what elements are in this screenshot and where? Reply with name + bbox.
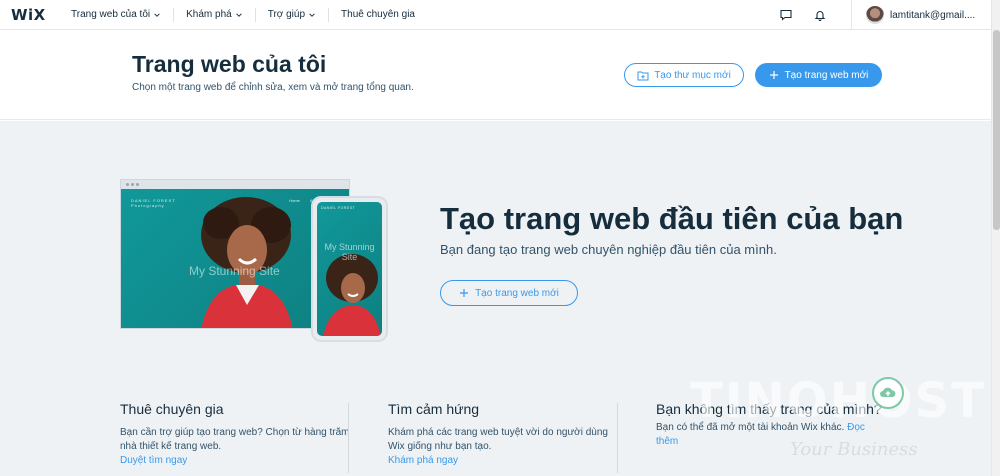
mobile-site-preview: DANIEL FOREST My Stunning Site <box>311 196 388 342</box>
create-site-label: Tạo trang web mới <box>784 69 869 81</box>
nav-my-sites[interactable]: Trang web của tôi <box>61 8 171 22</box>
bell-icon[interactable] <box>813 8 827 22</box>
hero-subtitle: Bạn đang tạo trang web chuyên nghiệp đầu… <box>440 242 777 257</box>
folder-plus-icon <box>637 71 649 80</box>
page-subtitle: Chọn một trang web để chỉnh sửa, xem và … <box>132 82 414 93</box>
nav-hire-expert-label: Thuê chuyên gia <box>341 9 415 20</box>
section-title: Thuê chuyên gia <box>120 401 224 417</box>
page-header: Trang web của tôi Chọn một trang web để … <box>0 31 991 120</box>
account-email[interactable]: lamtitank@gmail.... <box>890 10 986 21</box>
browse-now-link[interactable]: Duyệt tìm ngay <box>120 455 187 466</box>
hire-expert-section: Thuê chuyên gia Bạn cần trợ giúp tạo tra… <box>120 401 350 468</box>
chevron-down-icon <box>154 12 160 17</box>
nav-my-sites-label: Trang web của tôi <box>71 9 151 20</box>
plus-icon <box>769 71 778 79</box>
column-divider <box>617 403 618 473</box>
top-navigation-bar: WiX Trang web của tôi Khám phá Trợ giúp … <box>0 0 1000 30</box>
watermark-brand: TINOHOST <box>690 373 986 429</box>
nav-explore[interactable]: Khám phá <box>176 8 253 22</box>
section-title: Tìm cảm hứng <box>388 401 480 417</box>
main-content: DANIEL FOREST Photography HomeAboutGalle… <box>0 121 991 476</box>
page-title: Trang web của tôi <box>132 51 327 77</box>
watermark-tagline: Your Business <box>790 439 918 460</box>
avatar[interactable] <box>866 6 884 24</box>
nav-hire-expert[interactable]: Thuê chuyên gia <box>331 8 425 22</box>
scrollbar-thumb[interactable] <box>993 30 1000 230</box>
column-divider <box>348 403 349 473</box>
nav-explore-label: Khám phá <box>186 9 232 20</box>
hero-title: Tạo trang web đầu tiên của bạn <box>440 201 904 236</box>
chat-icon[interactable] <box>779 8 793 22</box>
nav-help-label: Trợ giúp <box>267 9 306 20</box>
phone-brand: DANIEL FOREST <box>321 206 356 210</box>
nav-divider <box>328 7 330 22</box>
woman-portrait-image <box>201 197 293 328</box>
cloud-upload-icon <box>872 377 904 409</box>
preview-site-title: My Stunning Site <box>189 264 280 278</box>
nav-divider <box>254 7 256 22</box>
chevron-down-icon <box>235 12 242 17</box>
hero-create-site-button[interactable]: Tạo trang web mới <box>440 280 578 306</box>
phone-site-title: My Stunning Site <box>324 242 375 262</box>
preview-brand: DANIEL FOREST Photography <box>131 198 176 208</box>
inspiration-section: Tìm cảm hứng Khám phá các trang web tuyệ… <box>388 401 618 468</box>
page-scrollbar[interactable] <box>991 0 1000 476</box>
main-nav: Trang web của tôi Khám phá Trợ giúp Thuê… <box>61 7 425 22</box>
section-text: Bạn cần trợ giúp tạo trang web? Chọn từ … <box>120 427 350 466</box>
hero-create-site-label: Tạo trang web mới <box>475 287 559 299</box>
create-folder-label: Tạo thư mục mới <box>654 69 731 81</box>
phone-screen: DANIEL FOREST My Stunning Site <box>317 202 382 336</box>
section-text: Khám phá các trang web tuyệt vời do ngườ… <box>388 427 608 466</box>
nav-help[interactable]: Trợ giúp <box>258 8 326 22</box>
wix-logo[interactable]: WiX <box>11 6 47 24</box>
topbar-divider <box>851 0 852 30</box>
explore-now-link[interactable]: Khám phá ngay <box>388 455 458 466</box>
plus-icon <box>460 289 469 297</box>
top-right-controls: lamtitank@gmail.... <box>769 0 990 30</box>
browser-bar <box>121 180 349 189</box>
chevron-down-icon <box>309 12 315 17</box>
create-site-button[interactable]: Tạo trang web mới <box>755 63 882 87</box>
create-folder-button[interactable]: Tạo thư mục mới <box>624 63 744 87</box>
nav-divider <box>173 7 175 22</box>
